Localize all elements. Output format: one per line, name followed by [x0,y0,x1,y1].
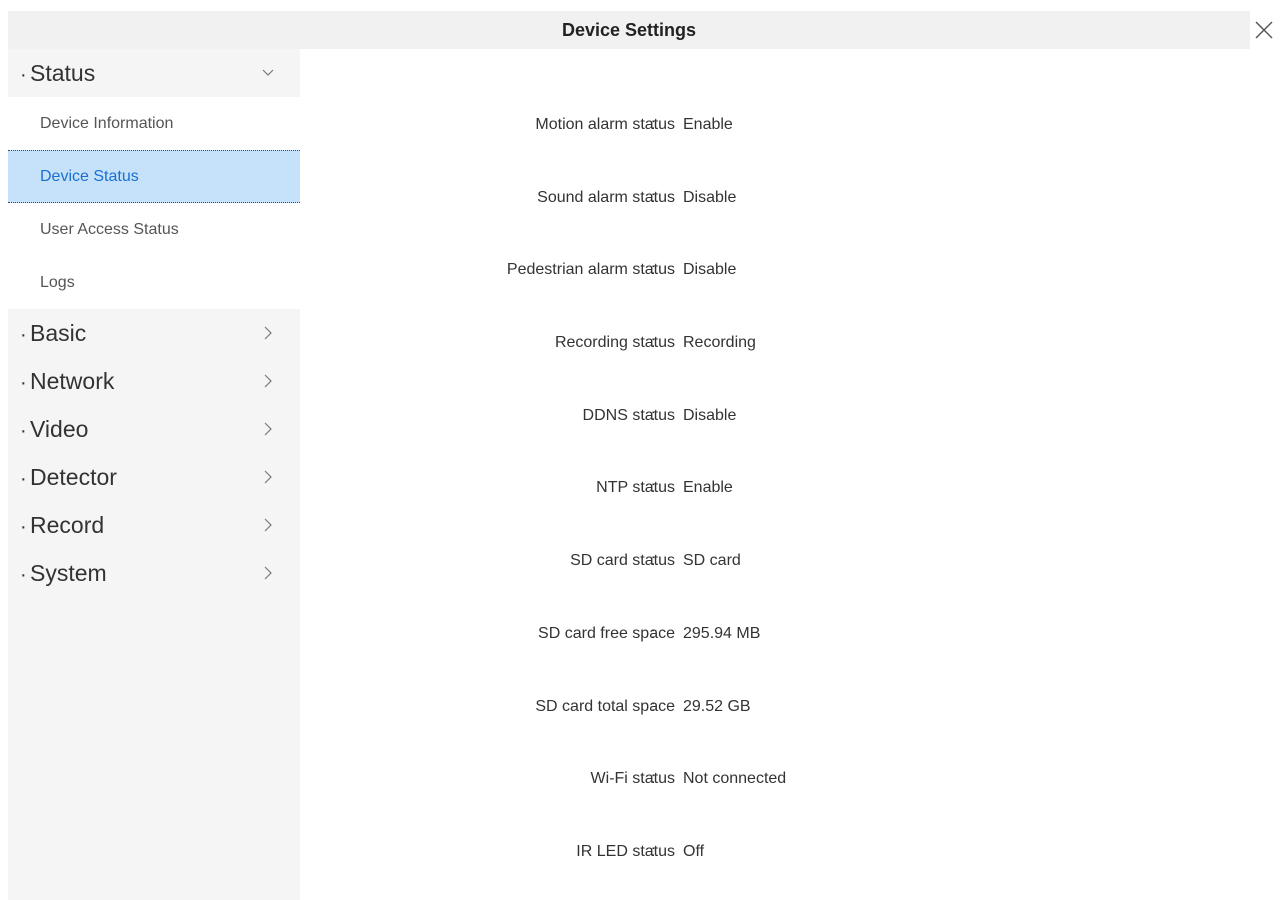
bullet-icon: · [20,468,27,490]
status-value: Disable [683,188,737,206]
status-row-ntp: NTP status : Enable [300,455,1200,528]
status-row-sd-total-space: SD card total space : 29.52 GB [300,674,1200,747]
status-row-recording: Recording status : Recording [300,310,1200,383]
status-separator: : [651,552,656,570]
status-row-pedestrian-alarm: Pedestrian alarm status : Disable [300,237,1200,310]
sidebar-group-system[interactable]: · System [8,549,300,597]
status-label: Recording status [554,334,675,352]
chevron-right-icon [261,549,275,597]
sidebar-group-video[interactable]: · Video [8,405,300,453]
sidebar-group-detector[interactable]: · Detector [8,453,300,501]
sidebar-item-device-information[interactable]: Device Information [8,97,300,150]
sidebar-group-label: Network [30,368,115,394]
chevron-right-icon [261,357,275,405]
status-label: Pedestrian alarm status [506,261,675,279]
window-title: Device Settings [8,11,1250,49]
chevron-right-icon [261,309,275,357]
status-row-sound-alarm: Sound alarm status : Disable [300,165,1200,238]
sidebar-group-label: Status [30,60,96,86]
chevron-right-icon [261,501,275,549]
device-settings-page: Device Settings · Status Device Informati… [0,0,1284,900]
status-label: Wi-Fi status [590,770,675,788]
sidebar: · Status Device Information Device Status… [8,49,300,900]
status-separator: : [651,188,656,206]
status-label: NTP status [596,479,675,497]
status-row-sd-card: SD card status : SD card [300,528,1200,601]
status-value: Disable [683,261,737,279]
status-label: SD card status [570,552,675,570]
sidebar-group-label: Detector [30,464,117,490]
bullet-icon: · [20,564,27,586]
bullet-icon: · [20,64,27,86]
status-value: Disable [683,406,737,424]
status-row-wifi: Wi-Fi status : Not connected [300,746,1200,819]
status-value: Off [683,842,705,860]
status-value: Recording [683,334,756,352]
status-label: DDNS status [582,406,675,424]
status-separator: : [651,770,656,788]
status-separator: : [651,334,656,352]
sidebar-item-user-access-status[interactable]: User Access Status [8,203,300,256]
sidebar-item-logs[interactable]: Logs [8,256,300,309]
status-value: 295.94 MB [683,624,761,642]
chevron-right-icon [261,453,275,501]
sidebar-group-record[interactable]: · Record [8,501,300,549]
status-separator: : [651,261,656,279]
chevron-down-icon [261,49,275,97]
status-separator: : [651,116,656,133]
bullet-icon: · [20,420,27,442]
status-separator: : [651,406,656,424]
status-separator: : [651,842,656,860]
status-value: 29.52 GB [683,697,751,715]
sidebar-item-device-status[interactable]: Device Status [8,150,300,203]
bullet-icon: · [20,372,27,394]
sidebar-group-status[interactable]: · Status [8,49,300,97]
status-value: Not connected [683,770,787,788]
sidebar-group-network[interactable]: · Network [8,357,300,405]
status-submenu: Device Information Device Status User Ac… [8,97,300,309]
status-separator: : [651,697,656,715]
status-value: Enable [683,116,733,133]
status-separator: : [651,624,656,642]
sidebar-group-label: System [30,560,107,586]
status-row-sd-free-space: SD card free space : 295.94 MB [300,601,1200,674]
sidebar-group-label: Record [30,512,105,538]
sidebar-group-label: Video [30,416,89,442]
device-status-list: Motion alarm status : Enable Sound alarm… [300,92,1200,892]
status-row-ddns: DDNS status : Disable [300,383,1200,456]
close-icon [1255,21,1273,39]
sidebar-group-basic[interactable]: · Basic [8,309,300,357]
close-button[interactable] [1252,18,1276,42]
bullet-icon: · [20,324,27,346]
status-label: IR LED status [576,842,675,860]
sidebar-group-label: Basic [30,320,87,346]
status-separator: : [651,479,656,497]
status-value: SD card [683,552,741,570]
status-value: Enable [683,479,733,497]
status-row-ir-led: IR LED status : Off [300,819,1200,892]
status-row-motion-alarm: Motion alarm status : Enable [300,92,1200,165]
bullet-icon: · [20,516,27,538]
chevron-right-icon [261,405,275,453]
